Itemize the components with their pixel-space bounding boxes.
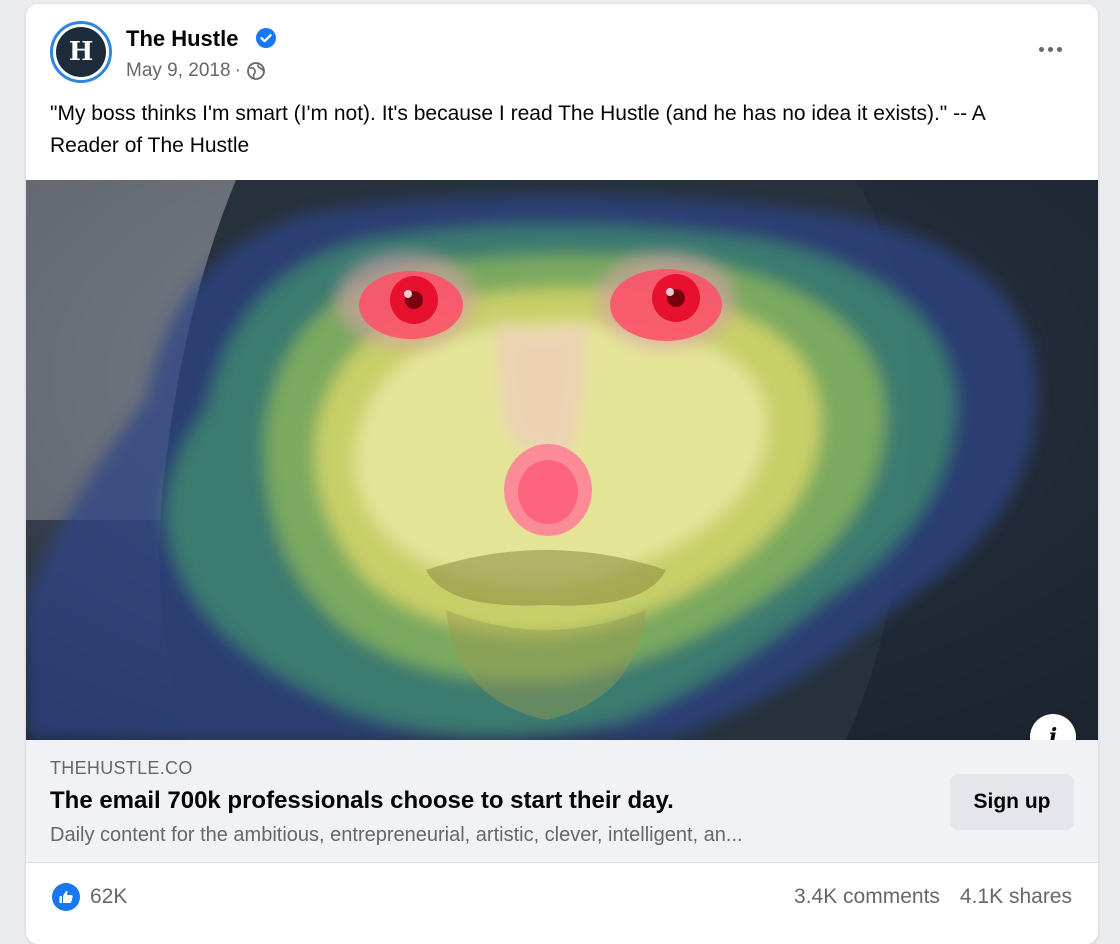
engagement-bar: 62K 3.4K comments 4.1K shares — [26, 862, 1098, 933]
link-preview[interactable]: THEHUSTLE.CO The email 700k professional… — [26, 740, 1098, 862]
meta-separator: · — [234, 60, 241, 81]
post-meta: May 9, 2018 · — [126, 60, 265, 82]
page-name-link[interactable]: The Hustle — [126, 26, 238, 52]
sign-up-button[interactable]: Sign up — [950, 774, 1074, 830]
post-image[interactable] — [26, 180, 1098, 740]
comments-count[interactable]: 3.4K comments — [794, 885, 940, 909]
like-icon[interactable] — [52, 883, 80, 911]
shares-count[interactable]: 4.1K shares — [960, 885, 1072, 909]
globe-icon — [247, 62, 265, 80]
post-header: H The Hustle May 9, 2018 · — [26, 4, 1098, 96]
engagement-stats: 3.4K comments 4.1K shares — [794, 885, 1072, 909]
link-description: Daily content for the ambitious, entrepr… — [50, 824, 743, 846]
link-domain: THEHUSTLE.CO — [50, 758, 193, 778]
heatmap-face-image — [26, 180, 1098, 740]
post-message: "My boss thinks I'm smart (I'm not). It'… — [50, 102, 985, 157]
thumbs-up-icon — [59, 890, 73, 903]
more-options-button[interactable] — [1030, 34, 1070, 64]
link-title[interactable]: The email 700k professionals choose to s… — [50, 787, 674, 815]
reaction-count[interactable]: 62K — [90, 885, 127, 909]
page-avatar[interactable]: H — [50, 21, 112, 83]
verified-icon — [256, 28, 276, 48]
post-date[interactable]: May 9, 2018 — [126, 60, 231, 82]
more-icon — [1038, 46, 1044, 52]
post-card: H The Hustle May 9, 2018 · "My boss thin… — [26, 4, 1098, 944]
avatar-logo: H — [56, 27, 106, 77]
